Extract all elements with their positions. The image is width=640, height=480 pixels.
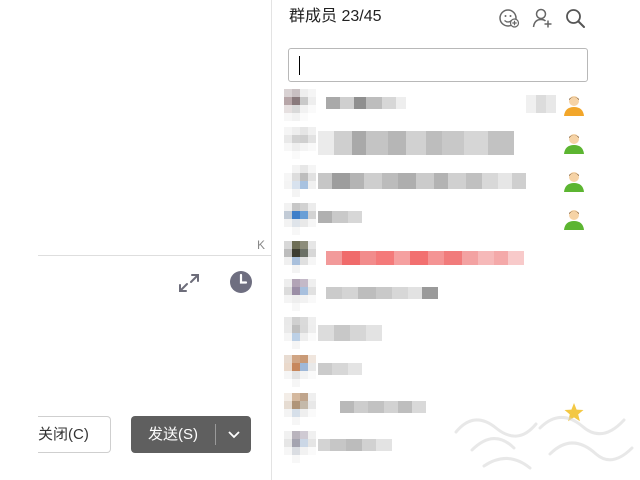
send-button-group: 发送(S) [131, 416, 251, 453]
avatar [284, 317, 316, 349]
send-options-dropdown[interactable] [216, 416, 251, 453]
member-name [272, 165, 273, 166]
avatar [284, 241, 316, 273]
add-guest-icon[interactable] [498, 7, 520, 29]
avatar [284, 89, 316, 121]
close-button[interactable]: 关闭(C) [38, 416, 111, 453]
avatar [284, 279, 316, 311]
member-name-blurred [526, 95, 556, 113]
clock-icon[interactable] [229, 270, 253, 294]
member-name-blurred [318, 325, 382, 341]
member-name-blurred [326, 251, 524, 265]
input-divider [38, 255, 271, 256]
user-green-icon [564, 210, 584, 230]
text-caret [299, 56, 300, 75]
member-name [272, 89, 273, 90]
search-icon[interactable] [564, 7, 586, 29]
panel-title: 群成员 23/45 [289, 8, 382, 25]
member-name-blurred [326, 287, 438, 299]
invite-member-icon[interactable] [531, 7, 553, 29]
avatar [284, 431, 316, 463]
watermark-logo [454, 416, 634, 470]
member-name-blurred [318, 439, 392, 451]
member-row[interactable] [272, 279, 640, 317]
member-name-blurred [326, 97, 406, 109]
member-row[interactable] [272, 355, 640, 393]
member-name [272, 241, 273, 242]
avatar [284, 165, 316, 197]
member-name-blurred [318, 363, 362, 375]
chevron-down-icon [227, 430, 240, 438]
member-name [272, 127, 273, 128]
member-name [272, 355, 273, 356]
member-row[interactable] [272, 165, 640, 203]
avatar [284, 203, 316, 235]
member-row[interactable] [272, 203, 640, 241]
member-row[interactable] [272, 241, 640, 279]
collapse-panel-button[interactable]: K [254, 238, 268, 252]
send-button[interactable]: 发送(S) [131, 416, 215, 453]
member-row[interactable] [272, 127, 640, 165]
user-green-icon [564, 172, 584, 192]
member-name [272, 317, 273, 318]
chat-window: K 关闭(C) 发送(S) 群成员 23/45 [0, 0, 640, 480]
avatar [284, 355, 316, 387]
avatar [284, 127, 316, 159]
chat-area: K 关闭(C) 发送(S) [0, 0, 271, 480]
member-name-blurred [318, 173, 546, 189]
member-search-input[interactable] [288, 48, 588, 82]
avatar [284, 393, 316, 425]
member-row[interactable] [272, 317, 640, 355]
member-name-blurred [318, 131, 514, 155]
user-orange-icon [564, 96, 584, 116]
member-name-blurred [318, 211, 362, 223]
user-green-icon [564, 134, 584, 154]
expand-icon[interactable] [176, 271, 202, 295]
member-name [272, 431, 273, 432]
member-name [272, 203, 273, 204]
member-name [272, 393, 273, 394]
member-name-blurred [340, 401, 426, 413]
member-name [272, 279, 273, 280]
member-row[interactable] [272, 89, 640, 127]
